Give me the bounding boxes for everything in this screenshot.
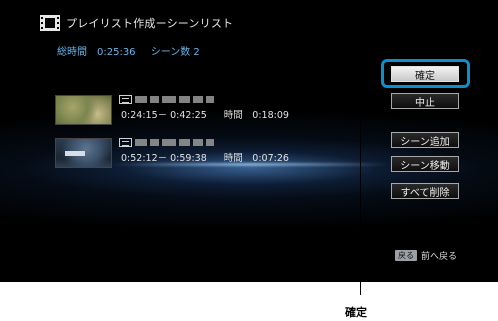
scene-title-blurred [135, 138, 214, 147]
scene-thumbnail [55, 95, 112, 125]
callout-label: 確定 [345, 306, 367, 319]
scene-title-blurred [135, 95, 214, 104]
title-icon [119, 138, 132, 147]
add-scene-button[interactable]: シーン追加 [391, 132, 459, 148]
cancel-button[interactable]: 中止 [391, 93, 459, 109]
scene-duration: 時間 0:07:26 [223, 153, 289, 164]
scene-times: 0:52:12－ 0:59:38 時間 0:07:26 [121, 150, 289, 164]
film-strip-icon [40, 15, 60, 31]
total-time: 総時間 0:25:36 [57, 47, 136, 58]
scene-range: 0:52:12－ 0:59:38 [121, 153, 207, 164]
page-title: プレイリスト作成ーシーンリスト [66, 17, 234, 30]
playlist-summary: 総時間 0:25:36 シーン数 2 [57, 43, 200, 58]
scene-duration: 時間 0:18:09 [223, 110, 289, 121]
title-icon [119, 95, 132, 104]
scene-thumbnail [55, 138, 112, 168]
scene-times: 0:24:15－ 0:42:25 時間 0:18:09 [121, 107, 289, 121]
title-bar: プレイリスト作成ーシーンリスト [40, 14, 233, 32]
scene-range: 0:24:15－ 0:42:25 [121, 110, 207, 121]
scene-list-item[interactable]: 0:24:15－ 0:42:25 時間 0:18:09 [55, 95, 315, 125]
delete-all-button[interactable]: すべて削除 [391, 183, 459, 199]
callout-line [360, 86, 361, 295]
tv-screen: プレイリスト作成ーシーンリスト 総時間 0:25:36 シーン数 2 0:24:… [0, 0, 498, 282]
confirm-button[interactable]: 確定 [391, 66, 459, 82]
scene-list-item[interactable]: 0:52:12－ 0:59:38 時間 0:07:26 [55, 138, 315, 168]
back-key-badge: 戻る [395, 250, 417, 261]
scene-count: シーン数 2 [150, 47, 200, 58]
back-hint: 戻る 前へ戻る [395, 249, 457, 262]
back-hint-text: 前へ戻る [421, 252, 458, 262]
move-scene-button[interactable]: シーン移動 [391, 156, 459, 172]
